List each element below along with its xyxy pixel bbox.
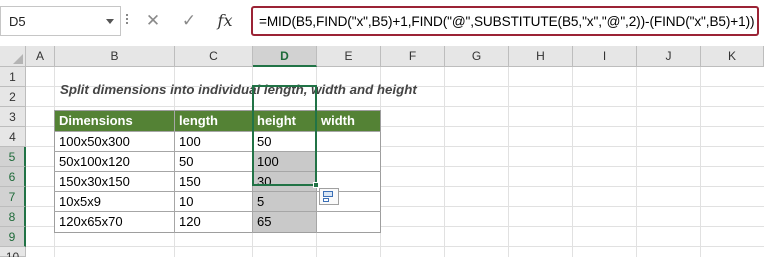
column-header-j[interactable]: J [637, 46, 701, 67]
table-rule [54, 131, 381, 132]
name-box-value: D5 [9, 14, 26, 29]
quick-analysis-icon [323, 198, 329, 202]
table-cell[interactable]: 150x30x150 [55, 172, 174, 192]
select-all-icon [13, 54, 23, 64]
table-cell[interactable]: 10x5x9 [55, 192, 174, 212]
table-rule [54, 151, 381, 152]
table-rule [54, 211, 381, 212]
table-cell[interactable]: 30 [253, 172, 316, 192]
gridline [508, 67, 509, 257]
row-header-7[interactable]: 7 [0, 187, 26, 207]
table-cell[interactable] [317, 132, 380, 152]
column-header-i[interactable]: I [573, 46, 637, 67]
table-header-cell[interactable]: width [317, 111, 380, 131]
gridline [572, 67, 573, 257]
column-header-k[interactable]: K [701, 46, 764, 67]
table-header-cell[interactable]: Dimensions [55, 111, 174, 131]
column-header-c[interactable]: C [175, 46, 253, 67]
row-header-6[interactable]: 6 [0, 167, 26, 187]
enter-button[interactable]: ✓ [176, 8, 202, 34]
column-header-g[interactable]: G [445, 46, 509, 67]
table-rule [252, 110, 253, 233]
row-header-9[interactable]: 9 [0, 227, 26, 247]
row-header-3[interactable]: 3 [0, 107, 26, 127]
table-cell[interactable]: 100x50x300 [55, 132, 174, 152]
column-header-b[interactable]: B [55, 46, 175, 67]
quick-analysis-button[interactable] [319, 188, 339, 205]
row-header-8[interactable]: 8 [0, 207, 26, 227]
name-box[interactable]: D5 [0, 6, 121, 36]
table-cell[interactable]: 65 [253, 212, 316, 232]
table-rule [316, 110, 317, 233]
row-header-2[interactable]: 2 [0, 87, 26, 107]
table-cell[interactable]: 120 [175, 212, 252, 232]
gridline [26, 246, 764, 247]
table-cell[interactable]: 5 [253, 192, 316, 212]
table-header-cell[interactable]: length [175, 111, 252, 131]
column-header-h[interactable]: H [509, 46, 573, 67]
spreadsheet-grid: A B C D E F G H I J K 1 2 3 4 5 6 7 8 9 … [0, 46, 764, 257]
formula-text: =MID(B5,FIND("x",B5)+1,FIND("@",SUBSTITU… [259, 14, 755, 29]
column-header-a[interactable]: A [26, 46, 55, 67]
column-header-e[interactable]: E [317, 46, 381, 67]
gridline [636, 67, 637, 257]
table-header-cell[interactable]: height [253, 111, 316, 131]
formula-input[interactable]: =MID(B5,FIND("x",B5)+1,FIND("@",SUBSTITU… [251, 6, 759, 36]
table-rule [174, 110, 175, 233]
insert-function-button[interactable]: fx [212, 8, 238, 34]
row-header-10[interactable]: 10 [0, 247, 26, 257]
gridline [444, 67, 445, 257]
select-all-button[interactable] [0, 46, 26, 67]
cancel-button[interactable]: ✕ [140, 8, 166, 34]
table-cell[interactable]: 100 [253, 152, 316, 172]
table-cell[interactable]: 10 [175, 192, 252, 212]
gridline [700, 67, 701, 257]
gridline [26, 106, 764, 107]
table-cell[interactable]: 50x100x120 [55, 152, 174, 172]
column-header-d[interactable]: D [253, 46, 317, 67]
formula-bar: D5 ✕ ✓ fx =MID(B5,FIND("x",B5)+1,FIND("@… [0, 0, 764, 45]
row-header-4[interactable]: 4 [0, 127, 26, 147]
row-header-1[interactable]: 1 [0, 67, 26, 87]
drag-handle-icon[interactable] [124, 12, 130, 30]
table-cell[interactable]: 50 [253, 132, 316, 152]
quick-analysis-icon [323, 191, 333, 197]
column-header-f[interactable]: F [381, 46, 445, 67]
table-cell[interactable] [317, 212, 380, 232]
table-cell[interactable]: 100 [175, 132, 252, 152]
chevron-down-icon[interactable] [106, 19, 114, 24]
table-cell[interactable]: 120x65x70 [55, 212, 174, 232]
sheet-title: Split dimensions into individual length,… [60, 82, 417, 97]
table-cell[interactable]: 50 [175, 152, 252, 172]
table-rule [54, 171, 381, 172]
table-cell[interactable]: 150 [175, 172, 252, 192]
table-cell[interactable] [317, 152, 380, 172]
row-header-5[interactable]: 5 [0, 147, 26, 167]
